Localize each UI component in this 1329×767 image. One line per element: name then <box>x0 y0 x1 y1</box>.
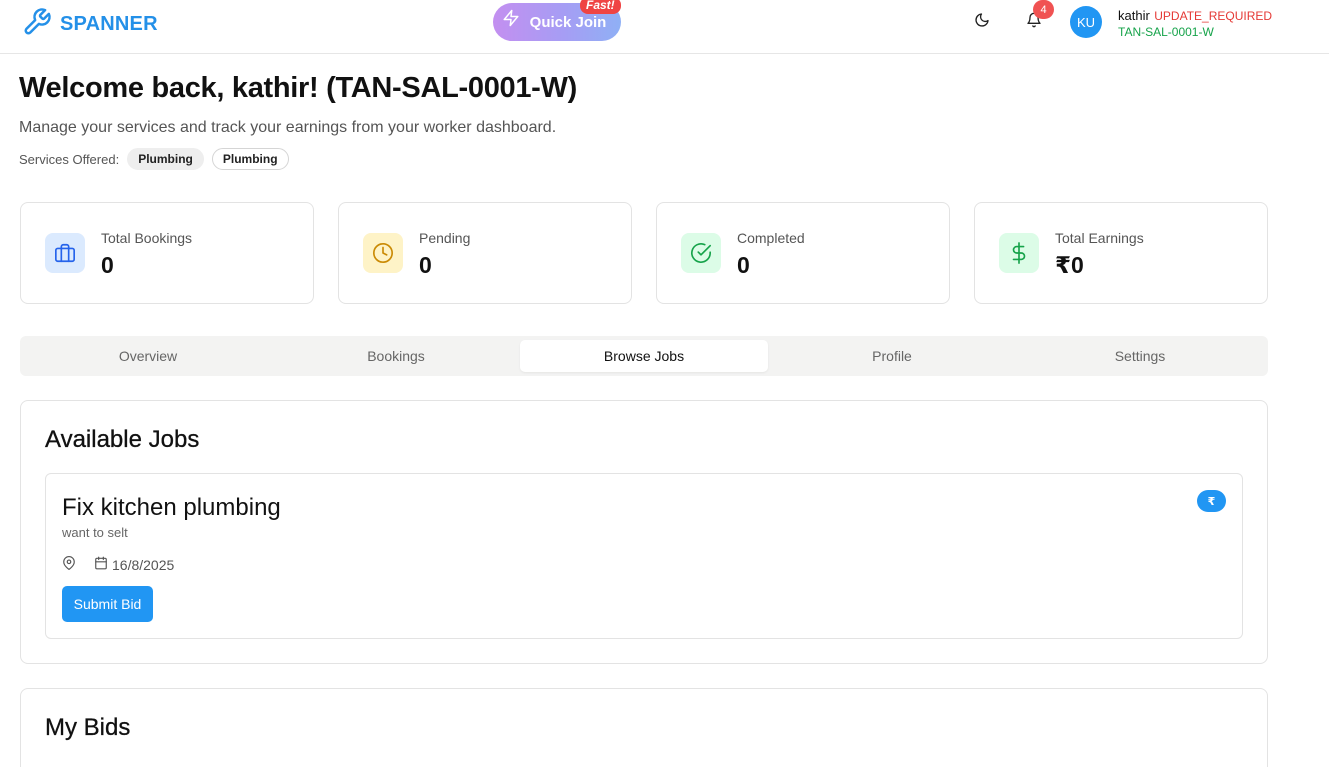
stat-label: Pending <box>419 230 471 246</box>
tab-profile[interactable]: Profile <box>768 340 1016 372</box>
submit-bid-button[interactable]: Submit Bid <box>62 586 153 622</box>
page-title: Welcome back, kathir! (TAN-SAL-0001-W) <box>19 72 577 104</box>
available-jobs-section: Available Jobs Fix kitchen plumbing want… <box>20 400 1268 664</box>
briefcase-icon <box>45 233 85 273</box>
tab-settings[interactable]: Settings <box>1016 340 1264 372</box>
job-meta: 16/8/2025 <box>62 556 174 573</box>
stat-value: ₹0 <box>1055 252 1084 278</box>
service-chip: Plumbing <box>211 148 289 170</box>
wrench-icon <box>22 7 52 42</box>
user-info[interactable]: kathir UPDATE_REQUIRED TAN-SAL-0001-W <box>1118 8 1272 40</box>
job-date: 16/8/2025 <box>94 556 174 573</box>
stat-label: Completed <box>737 230 805 246</box>
job-description: want to selt <box>62 525 128 540</box>
brand-logo[interactable]: SPANNER <box>22 7 158 42</box>
quick-join-label: Quick Join <box>529 13 607 31</box>
job-title: Fix kitchen plumbing <box>62 494 281 521</box>
notification-count-badge: 4 <box>1033 0 1054 19</box>
stat-card-total-earnings: Total Earnings ₹0 <box>974 202 1268 304</box>
top-navbar: SPANNER Quick Join Fast! 4 KU kathir UPD… <box>0 0 1329 54</box>
moon-icon <box>974 12 990 33</box>
avatar[interactable]: KU <box>1070 6 1102 38</box>
stat-value: 0 <box>101 252 114 278</box>
services-label: Services Offered: <box>19 151 120 167</box>
clock-icon <box>363 233 403 273</box>
dashboard-tabs: Overview Bookings Browse Jobs Profile Se… <box>20 336 1268 376</box>
brand-name: SPANNER <box>60 13 158 35</box>
calendar-icon <box>94 556 108 573</box>
job-card: Fix kitchen plumbing want to selt ₹ 16/8… <box>45 473 1243 639</box>
job-date-text: 16/8/2025 <box>112 556 175 573</box>
my-bids-section: My Bids <box>20 688 1268 767</box>
theme-toggle-button[interactable] <box>970 10 994 34</box>
section-title: My Bids <box>45 714 131 741</box>
lightning-icon <box>503 9 520 31</box>
user-name: kathir <box>1118 8 1150 23</box>
job-location <box>62 556 80 573</box>
check-circle-icon <box>681 233 721 273</box>
tab-overview[interactable]: Overview <box>24 340 272 372</box>
stat-card-completed: Completed 0 <box>656 202 950 304</box>
stat-card-pending: Pending 0 <box>338 202 632 304</box>
user-id: TAN-SAL-0001-W <box>1118 25 1214 39</box>
tab-browse-jobs[interactable]: Browse Jobs <box>520 340 768 372</box>
stat-label: Total Bookings <box>101 230 193 246</box>
stat-card-total-bookings: Total Bookings 0 <box>20 202 314 304</box>
section-title: Available Jobs <box>45 426 200 453</box>
stat-label: Total Earnings <box>1055 230 1144 246</box>
fast-badge: Fast! <box>580 0 621 14</box>
user-status-badge: UPDATE_REQUIRED <box>1154 9 1273 23</box>
stat-value: 0 <box>737 252 750 278</box>
price-badge: ₹ <box>1197 490 1226 512</box>
dollar-icon <box>999 233 1039 273</box>
service-chip: Plumbing <box>127 148 204 170</box>
map-pin-icon <box>62 556 76 573</box>
stat-value: 0 <box>419 252 432 278</box>
services-offered: Services Offered: Plumbing Plumbing <box>19 148 289 170</box>
page-subtitle: Manage your services and track your earn… <box>19 119 557 136</box>
tab-bookings[interactable]: Bookings <box>272 340 520 372</box>
